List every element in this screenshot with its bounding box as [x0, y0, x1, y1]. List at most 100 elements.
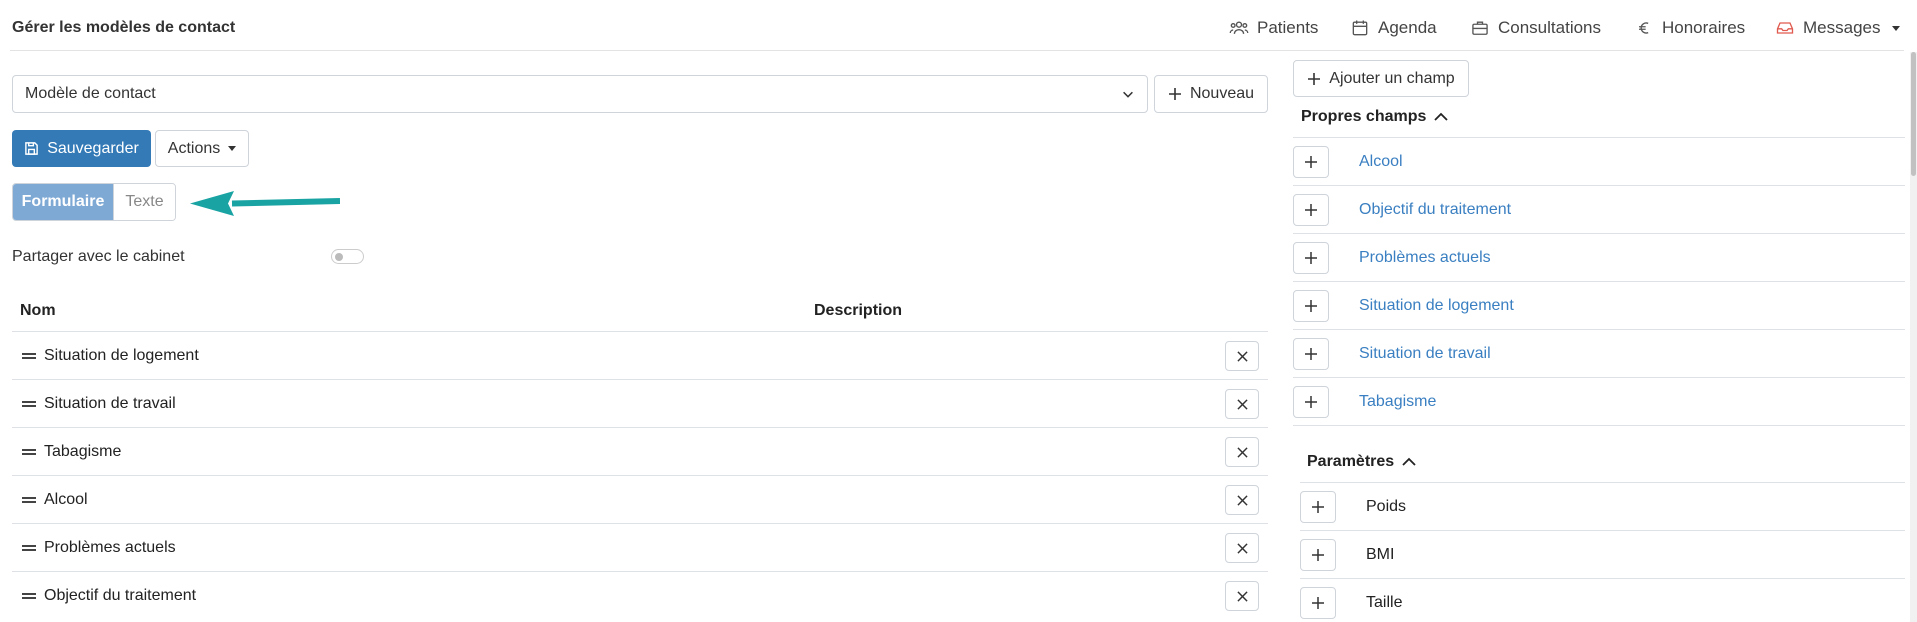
plus-icon [1305, 395, 1317, 408]
plus-icon [1168, 88, 1181, 100]
add-own-field-button[interactable] [1293, 289, 1329, 322]
mode-text-button[interactable]: Texte [113, 184, 175, 220]
plus-icon [1312, 597, 1324, 609]
nav-agenda[interactable]: Agenda [1350, 18, 1437, 38]
remove-row-button[interactable] [1225, 341, 1259, 371]
add-param-button[interactable] [1300, 587, 1336, 619]
chevron-down-icon [1123, 91, 1133, 98]
own-field-link[interactable]: Tabagisme [1359, 393, 1436, 411]
add-own-field-button[interactable] [1293, 241, 1329, 274]
own-field-row: Problèmes actuels [1293, 234, 1905, 282]
drag-handle-icon[interactable] [22, 448, 36, 455]
chevron-up-icon [1434, 112, 1449, 121]
plus-icon [1312, 500, 1324, 513]
nav-messages[interactable]: Messages [1775, 18, 1901, 38]
nav-messages-label: Messages [1803, 18, 1881, 37]
own-field-row: Objectif du traitement [1293, 186, 1905, 234]
plus-icon [1305, 155, 1317, 168]
column-header-name: Nom [20, 302, 56, 319]
own-field-row: Situation de logement [1293, 282, 1905, 330]
nav-patients[interactable]: Patients [1229, 18, 1318, 38]
remove-row-button[interactable] [1225, 581, 1259, 611]
drag-handle-icon[interactable] [22, 592, 36, 599]
share-toggle[interactable] [331, 249, 364, 264]
drag-handle-icon[interactable] [22, 496, 36, 503]
drag-handle-icon[interactable] [22, 352, 36, 359]
actions-label: Actions [167, 139, 221, 157]
close-icon [1236, 350, 1248, 362]
plus-icon [1305, 203, 1317, 216]
remove-row-button[interactable] [1225, 485, 1259, 515]
close-icon [1236, 446, 1248, 458]
add-own-field-button[interactable] [1293, 145, 1329, 178]
actions-dropdown-button[interactable]: Actions [155, 130, 249, 167]
plus-icon [1308, 72, 1321, 85]
row-name: Tabagisme [44, 442, 122, 460]
close-icon [1236, 590, 1248, 602]
param-name: Poids [1366, 497, 1407, 515]
plus-icon [1305, 251, 1317, 264]
plus-icon [1312, 548, 1324, 561]
row-name: Situation de logement [44, 346, 199, 364]
chevron-up-icon [1402, 457, 1416, 466]
add-param-button[interactable] [1300, 538, 1336, 571]
calendar-icon [1352, 20, 1368, 36]
table-row: Objectif du traitement [12, 571, 1268, 619]
table-row: Problèmes actuels [12, 523, 1268, 571]
own-fields-title: Propres champs [1301, 108, 1427, 125]
params-title: Paramètres [1307, 453, 1395, 470]
close-icon [1236, 398, 1248, 410]
share-label: Partager avec le cabinet [12, 248, 185, 265]
add-field-button[interactable]: Ajouter un champ [1293, 60, 1469, 97]
new-template-button[interactable]: Nouveau [1154, 75, 1268, 113]
param-name: Taille [1366, 594, 1403, 611]
mode-form-button[interactable]: Formulaire [13, 184, 113, 220]
param-row: Poids [1300, 483, 1905, 531]
row-name: Situation de travail [44, 394, 176, 412]
scrollbar-thumb[interactable] [1911, 52, 1916, 176]
page-title: Gérer les modèles de contact [12, 19, 236, 36]
own-field-link[interactable]: Problèmes actuels [1359, 249, 1491, 267]
drag-handle-icon[interactable] [22, 400, 36, 407]
param-row: BMI [1300, 531, 1905, 579]
save-label: Sauvegarder [47, 139, 139, 157]
close-icon [1236, 494, 1248, 506]
add-own-field-button[interactable] [1293, 337, 1329, 370]
euro-icon [1639, 22, 1649, 34]
table-row: Situation de travail [12, 379, 1268, 427]
plus-icon [1305, 347, 1317, 360]
remove-row-button[interactable] [1225, 437, 1259, 467]
save-button[interactable]: Sauvegarder [12, 130, 151, 167]
pointer-arrow-icon [190, 191, 340, 216]
own-field-row: Situation de travail [1293, 330, 1905, 378]
own-fields-section-toggle[interactable]: Propres champs [1301, 108, 1449, 126]
header-divider [10, 50, 1904, 51]
caret-down-icon [228, 146, 237, 151]
own-field-link[interactable]: Alcool [1359, 153, 1403, 171]
params-section-toggle[interactable]: Paramètres [1307, 453, 1416, 471]
own-field-row: Tabagisme [1293, 378, 1905, 426]
drag-handle-icon[interactable] [22, 544, 36, 551]
template-select[interactable]: Modèle de contact [12, 75, 1148, 113]
save-icon [25, 142, 39, 155]
close-icon [1236, 542, 1248, 554]
own-field-link[interactable]: Objectif du traitement [1359, 201, 1511, 219]
add-own-field-button[interactable] [1293, 385, 1329, 418]
nav-consultations[interactable]: Consultations [1470, 18, 1601, 38]
add-field-label: Ajouter un champ [1329, 69, 1455, 87]
row-name: Alcool [44, 490, 88, 508]
row-name: Problèmes actuels [44, 538, 176, 556]
add-param-button[interactable] [1300, 490, 1336, 523]
remove-row-button[interactable] [1225, 389, 1259, 419]
nav-honoraires[interactable]: Honoraires [1634, 18, 1745, 38]
table-row: Situation de logement [12, 331, 1268, 379]
nav-honoraires-label: Honoraires [1662, 18, 1746, 37]
own-field-link[interactable]: Situation de travail [1359, 345, 1491, 363]
plus-icon [1305, 299, 1317, 312]
own-field-row: Alcool [1293, 138, 1905, 186]
table-row: Tabagisme [12, 427, 1268, 475]
own-field-link[interactable]: Situation de logement [1359, 297, 1514, 315]
column-header-description: Description [814, 302, 903, 319]
add-own-field-button[interactable] [1293, 193, 1329, 226]
remove-row-button[interactable] [1225, 533, 1259, 563]
